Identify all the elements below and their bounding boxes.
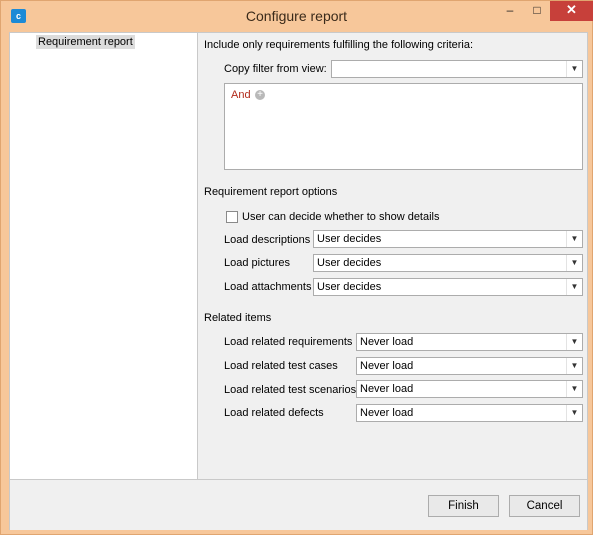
load-related-requirements-dropdown[interactable]: Never load ▼ [356,333,583,351]
configure-report-dialog: c Configure report – □ ✕ Requirement rep… [0,0,593,535]
nav-item-requirement-report[interactable]: Requirement report [36,35,135,49]
load-related-defects-dropdown[interactable]: Never load ▼ [356,404,583,422]
load-related-test-scenarios-value: Never load [360,383,414,395]
load-attachments-label: Load attachments [224,281,312,293]
criteria-heading: Include only requirements fulfilling the… [204,39,474,51]
load-related-requirements-label: Load related requirements [224,336,353,348]
maximize-button[interactable]: □ [524,1,550,21]
load-related-defects-label: Load related defects [224,407,324,419]
load-related-test-cases-value: Never load [360,360,414,372]
show-details-label: User can decide whether to show details [242,211,440,223]
load-related-test-cases-dropdown[interactable]: Never load ▼ [356,357,583,375]
load-descriptions-value: User decides [317,233,382,245]
chevron-down-icon: ▼ [566,358,582,374]
close-button[interactable]: ✕ [550,1,593,21]
load-related-test-scenarios-dropdown[interactable]: Never load ▼ [356,380,583,398]
chevron-down-icon: ▼ [566,61,582,77]
load-attachments-value: User decides [317,281,382,293]
show-details-checkbox[interactable] [226,211,238,223]
title-bar[interactable]: c Configure report – □ ✕ [1,1,593,31]
filter-criteria-editor[interactable]: And + [224,83,583,170]
plus-circle-icon[interactable]: + [255,90,265,100]
chevron-down-icon: ▼ [566,381,582,397]
load-pictures-value: User decides [317,257,382,269]
chevron-down-icon: ▼ [566,334,582,350]
load-related-requirements-value: Never load [360,336,414,348]
load-related-test-cases-label: Load related test cases [224,360,338,372]
copy-filter-label: Copy filter from view: [224,63,327,75]
chevron-down-icon: ▼ [566,279,582,295]
chevron-down-icon: ▼ [566,405,582,421]
finish-button[interactable]: Finish [428,495,499,517]
load-related-defects-value: Never load [360,407,414,419]
load-descriptions-label: Load descriptions [224,234,311,246]
chevron-down-icon: ▼ [566,255,582,271]
load-descriptions-dropdown[interactable]: User decides ▼ [313,230,583,248]
settings-pane: Include only requirements fulfilling the… [199,33,587,479]
load-related-test-scenarios-label: Load related test scenarios [224,384,357,396]
report-options-heading: Requirement report options [204,186,338,198]
navigation-pane: Requirement report [10,33,198,479]
copy-filter-dropdown[interactable]: ▼ [331,60,583,78]
minimize-button[interactable]: – [497,1,523,21]
button-bar: Finish Cancel [10,479,587,530]
load-pictures-dropdown[interactable]: User decides ▼ [313,254,583,272]
load-pictures-label: Load pictures [224,257,291,269]
chevron-down-icon: ▼ [566,231,582,247]
related-items-heading: Related items [204,312,272,324]
and-operator[interactable]: And [231,89,251,101]
dialog-body: Requirement report Include only requirem… [9,32,588,530]
load-attachments-dropdown[interactable]: User decides ▼ [313,278,583,296]
cancel-button[interactable]: Cancel [509,495,580,517]
